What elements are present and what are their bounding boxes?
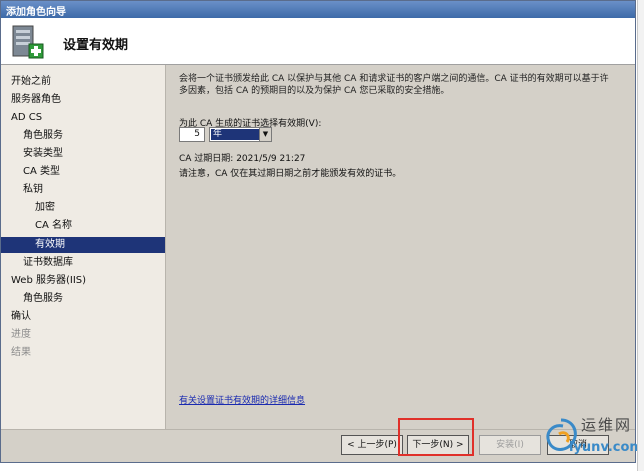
step-web-server-iis[interactable]: Web 服务器(IIS) bbox=[11, 273, 86, 289]
dropdown-arrow-icon[interactable]: ▼ bbox=[259, 128, 271, 141]
help-link[interactable]: 有关设置证书有效期的详细信息 bbox=[179, 393, 305, 406]
wizard-step-list: 开始之前 服务器角色 AD CS 角色服务 安装类型 CA 类型 私钥 加密 C… bbox=[1, 65, 166, 429]
watermark-text-en: iyunv.com bbox=[569, 440, 643, 455]
add-roles-wizard-window: 添加角色向导 设置有效期 开始之前 服务器角色 AD CS 角色服务 安装类型 … bbox=[0, 0, 636, 463]
watermark: 运维网 iyunv.com bbox=[537, 410, 643, 466]
step-results: 结果 bbox=[11, 347, 31, 358]
step-ca-type[interactable]: CA 类型 bbox=[23, 164, 60, 180]
validity-note: 请注意，CA 仅在其过期日期之前才能颁发有效的证书。 bbox=[179, 169, 402, 179]
intro-text: 会将一个证书颁发给此 CA 以保护与其他 CA 和请求证书的客户端之间的通信。C… bbox=[179, 74, 609, 96]
step-progress: 进度 bbox=[11, 329, 31, 340]
step-private-key[interactable]: 私钥 bbox=[23, 182, 43, 198]
step-certificate-database[interactable]: 证书数据库 bbox=[23, 255, 73, 271]
validity-unit-select[interactable]: 年 ▼ bbox=[209, 127, 272, 142]
next-button-highlight bbox=[398, 418, 474, 456]
step-setup-type[interactable]: 安装类型 bbox=[23, 146, 63, 162]
step-before-you-begin[interactable]: 开始之前 bbox=[11, 74, 51, 90]
step-ad-cs[interactable]: AD CS bbox=[11, 110, 42, 126]
server-wizard-icon bbox=[12, 25, 44, 59]
step-cryptography[interactable]: 加密 bbox=[35, 200, 55, 216]
step-confirmation[interactable]: 确认 bbox=[11, 309, 31, 325]
install-button: 安装(I) bbox=[479, 435, 541, 455]
back-button[interactable]: < 上一步(P) bbox=[341, 435, 403, 455]
step-role-services[interactable]: 角色服务 bbox=[23, 128, 63, 144]
background-window-edge bbox=[637, 0, 644, 471]
page-title: 设置有效期 bbox=[63, 38, 129, 53]
ca-expiration-date: CA 过期日期: 2021/5/9 21:27 bbox=[179, 154, 306, 164]
wizard-content: 会将一个证书颁发给此 CA 以保护与其他 CA 和请求证书的客户端之间的通信。C… bbox=[167, 65, 635, 429]
watermark-text-cn: 运维网 bbox=[581, 416, 633, 434]
window-title: 添加角色向导 bbox=[1, 1, 635, 18]
step-ca-name[interactable]: CA 名称 bbox=[35, 218, 72, 234]
wizard-header: 设置有效期 bbox=[1, 18, 635, 65]
validity-unit-value: 年 bbox=[211, 129, 259, 140]
step-validity-period[interactable]: 有效期 bbox=[1, 237, 165, 253]
step-iis-role-services[interactable]: 角色服务 bbox=[23, 291, 63, 307]
validity-period-input[interactable]: 5 bbox=[179, 127, 205, 142]
step-server-roles[interactable]: 服务器角色 bbox=[11, 92, 61, 108]
